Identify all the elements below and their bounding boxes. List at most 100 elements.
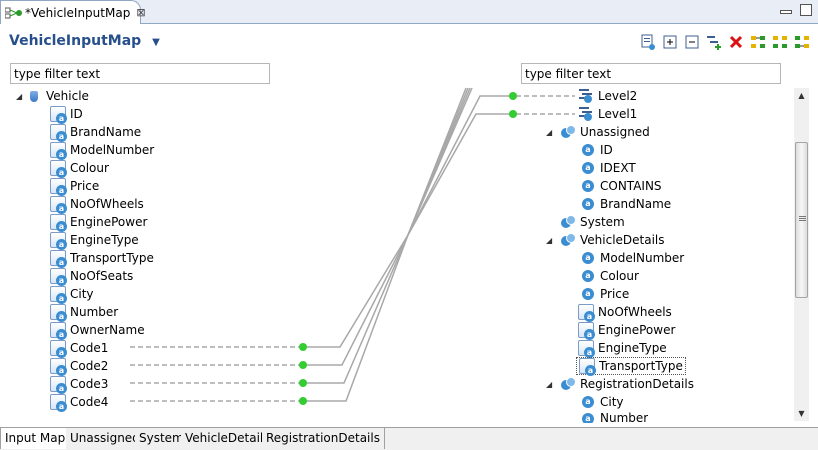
tree-field-item[interactable]: Code2 [50, 357, 109, 376]
tree-attribute[interactable]: Number [580, 411, 648, 423]
tree-group-registration-details[interactable]: ◢ RegistrationDetails [546, 375, 694, 393]
attribute-icon [582, 198, 594, 210]
tree-field-item[interactable]: OwnerName [50, 321, 145, 340]
tree-attribute[interactable]: ModelNumber [580, 249, 684, 267]
close-icon[interactable]: ⊠ [136, 6, 145, 19]
vertical-scrollbar[interactable]: ▲ ▼ [794, 88, 809, 421]
attribute-label: Price [600, 287, 630, 301]
tree-attribute-mapped[interactable]: EngineType [578, 339, 667, 358]
field-icon [50, 250, 67, 268]
tree-field-item[interactable]: NoOfSeats [50, 267, 133, 286]
field-icon [50, 178, 67, 196]
expand-all-icon[interactable] [661, 33, 678, 50]
connector-dot[interactable] [299, 379, 307, 387]
tree-field-item[interactable]: Number [50, 303, 118, 322]
field-icon [50, 340, 67, 358]
connector-dot[interactable] [299, 361, 307, 369]
right-filter-input[interactable] [521, 63, 781, 84]
tab-label: RegistrationDetails [266, 431, 380, 445]
add-mapping-icon[interactable] [639, 33, 656, 50]
tab-unassigned[interactable]: Unassigned [66, 428, 145, 449]
attribute-label: IDEXT [600, 161, 636, 175]
tab-registration-details[interactable]: RegistrationDetails [262, 428, 385, 449]
scroll-down-icon[interactable]: ▼ [794, 406, 809, 421]
layout-icon[interactable] [749, 33, 766, 50]
tree-field-item[interactable]: ModelNumber [50, 141, 155, 160]
attribute-label: TransportType [599, 359, 683, 373]
tab-input-map[interactable]: Input Map [0, 428, 71, 449]
level-label: Level2 [598, 89, 638, 103]
tree-group-vehicle-details[interactable]: ◢ VehicleDetails [546, 231, 665, 249]
tree-field-item[interactable]: EngineType [50, 231, 139, 250]
delete-icon[interactable] [727, 33, 744, 50]
expand-arrow-icon[interactable]: ◢ [546, 236, 556, 245]
field-icon [50, 142, 67, 160]
field-icon [50, 232, 67, 250]
tree-attribute[interactable]: IDEXT [580, 159, 636, 177]
tree-field-item[interactable]: TransportType [50, 249, 154, 268]
tree-field-item[interactable]: ID [50, 105, 83, 124]
tree-field-item[interactable]: Price [50, 177, 99, 196]
attribute-label: ID [600, 143, 613, 157]
grip-icon [799, 216, 806, 217]
collapse-all-icon[interactable] [683, 33, 700, 50]
page-title-text: VehicleInputMap [9, 33, 142, 49]
field-label: BrandName [70, 125, 142, 139]
tree-attribute[interactable]: BrandName [580, 195, 671, 213]
layout-two-icon[interactable] [771, 33, 788, 50]
attribute-icon [582, 413, 594, 423]
maximize-button[interactable] [800, 4, 812, 16]
mapped-attribute-icon [578, 304, 595, 322]
connector-dot[interactable] [509, 110, 517, 118]
tree-attribute-selected[interactable]: TransportType [576, 357, 686, 376]
minimize-button[interactable] [780, 10, 792, 14]
tree-attribute[interactable]: Colour [580, 267, 639, 285]
tree-level-item[interactable]: Level1 [578, 105, 637, 123]
tab-vehicle-details[interactable]: VehicleDetails [181, 428, 275, 449]
left-filter-input[interactable] [10, 63, 270, 84]
expand-arrow-icon[interactable]: ◢ [546, 380, 556, 389]
tree-level-item[interactable]: Level2 [578, 87, 637, 105]
tree-attribute[interactable]: CONTAINS [580, 177, 662, 195]
chevron-down-icon[interactable]: ▼ [152, 37, 160, 48]
add-child-icon[interactable] [705, 33, 722, 50]
tree-attribute[interactable]: City [580, 393, 624, 411]
connector-dot[interactable] [299, 343, 307, 351]
field-icon [50, 322, 67, 340]
field-label: Code2 [70, 359, 109, 373]
connector-dot[interactable] [299, 397, 307, 405]
tree-field-item[interactable]: EnginePower [50, 213, 147, 232]
attribute-icon [582, 288, 594, 300]
tab-label: System [139, 431, 184, 445]
tree-group-unassigned[interactable]: ◢ Unassigned [546, 123, 650, 141]
layout-three-icon[interactable] [793, 33, 810, 50]
page-title[interactable]: VehicleInputMap ▼ [9, 33, 160, 49]
tree-field-item[interactable]: Colour [50, 159, 109, 178]
tree-group-system[interactable]: System [560, 213, 625, 231]
tree-attribute[interactable]: Price [580, 285, 629, 303]
field-icon [50, 376, 67, 394]
field-icon [50, 394, 67, 412]
tree-attribute-mapped[interactable]: NoOfWheels [578, 303, 672, 322]
scrollbar-thumb[interactable] [795, 142, 808, 298]
field-label: Code1 [70, 341, 109, 355]
tree-attribute[interactable]: ID [580, 141, 613, 159]
field-label: ModelNumber [70, 143, 155, 157]
tree-field-item[interactable]: BrandName [50, 123, 142, 142]
tree-field-item[interactable]: Code3 [50, 375, 108, 394]
expand-arrow-icon[interactable]: ◢ [546, 128, 556, 137]
tree-field-item[interactable]: NoOfWheels [50, 195, 144, 214]
editor-tab[interactable]: *VehicleInputMap ⊠ [0, 0, 146, 24]
tree-field-item[interactable]: Code1 [50, 339, 109, 358]
group-label: VehicleDetails [580, 233, 665, 247]
tree-field-item[interactable]: Code4 [50, 393, 108, 412]
expand-arrow-icon[interactable]: ◢ [16, 92, 26, 101]
scroll-up-icon[interactable]: ▲ [794, 88, 809, 103]
tree-field-item[interactable]: City [50, 285, 94, 304]
connector-dot[interactable] [509, 92, 517, 100]
attribute-icon [582, 162, 594, 174]
tree-attribute-mapped[interactable]: EnginePower [578, 321, 675, 340]
tree-root-vehicle[interactable]: ◢ Vehicle [16, 87, 89, 105]
tab-label: VehicleDetails [185, 431, 270, 445]
mapped-attribute-icon [579, 358, 596, 376]
